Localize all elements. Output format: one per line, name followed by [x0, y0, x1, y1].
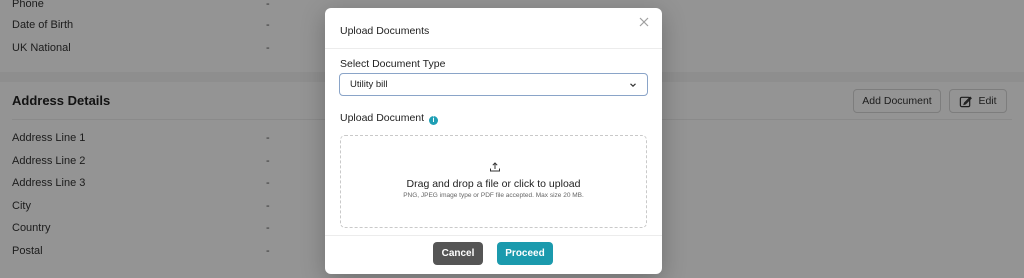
- document-type-select[interactable]: Utility bill: [339, 73, 648, 96]
- upload-documents-modal: Upload Documents Select Document Type Ut…: [325, 8, 662, 274]
- dropzone-subtitle: PNG, JPEG image type or PDF file accepte…: [403, 192, 584, 199]
- file-dropzone[interactable]: Drag and drop a file or click to upload …: [340, 135, 647, 228]
- document-type-label: Select Document Type: [340, 58, 446, 70]
- close-icon[interactable]: [636, 14, 652, 30]
- dropzone-title: Drag and drop a file or click to upload: [406, 178, 581, 190]
- cancel-button[interactable]: Cancel: [433, 242, 483, 265]
- header-divider: [325, 48, 662, 49]
- proceed-button[interactable]: Proceed: [497, 242, 553, 265]
- document-type-value: Utility bill: [350, 79, 388, 90]
- footer-divider: [325, 235, 662, 236]
- chevron-down-icon: [630, 83, 636, 88]
- upload-icon: [490, 162, 500, 172]
- modal-title: Upload Documents: [340, 25, 430, 37]
- upload-document-label: Upload Document: [340, 112, 425, 124]
- info-icon[interactable]: i: [429, 116, 438, 125]
